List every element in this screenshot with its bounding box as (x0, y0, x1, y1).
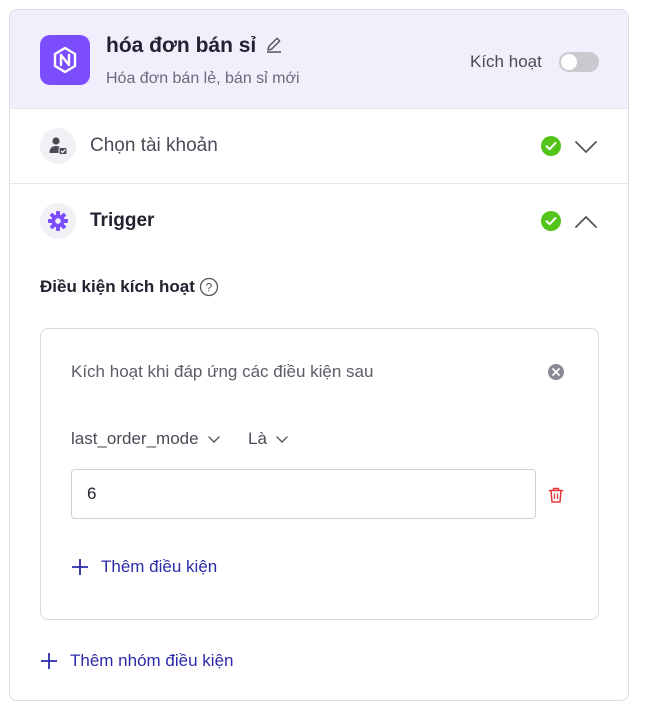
chevron-up-icon[interactable] (573, 209, 599, 235)
add-condition-label: Thêm điều kiện (101, 557, 218, 576)
field-select[interactable]: last_order_mode (71, 429, 221, 449)
card-header: hóa đơn bán sỉ Hóa đơn bán lẻ, bán sỉ mớ… (10, 10, 628, 109)
activate-toggle[interactable] (559, 52, 599, 72)
section-account-label: Chọn tài khoản (90, 135, 218, 156)
toggle-knob (561, 54, 577, 70)
automation-card: hóa đơn bán sỉ Hóa đơn bán lẻ, bán sỉ mớ… (9, 9, 629, 701)
close-circle-icon[interactable] (547, 363, 565, 381)
add-condition-group-label: Thêm nhóm điều kiện (70, 651, 234, 670)
chevron-down-icon (276, 436, 288, 443)
automation-subtitle: Hóa đơn bán lẻ, bán sỉ mới (106, 70, 300, 87)
operator-select-value: Là (248, 429, 267, 448)
add-condition-button[interactable]: Thêm điều kiện (71, 557, 217, 577)
help-icon[interactable]: ? (199, 277, 219, 297)
success-check-icon (541, 211, 561, 231)
plus-icon (72, 559, 88, 575)
operator-select[interactable]: Là (248, 429, 289, 449)
conditions-heading: Điều kiện kích hoạt (40, 277, 195, 296)
add-condition-group-button[interactable]: Thêm nhóm điều kiện (40, 651, 233, 671)
svg-text:?: ? (206, 281, 213, 295)
field-select-value: last_order_mode (71, 429, 199, 448)
success-check-icon (541, 136, 561, 156)
edit-pencil-icon[interactable] (265, 35, 283, 53)
condition-value-input[interactable] (71, 469, 536, 519)
chevron-down-icon[interactable] (573, 134, 599, 160)
user-check-icon (40, 128, 76, 164)
trash-icon[interactable] (547, 486, 565, 504)
plus-icon (41, 653, 57, 669)
gear-icon (40, 203, 76, 239)
section-trigger-label: Trigger (90, 210, 155, 231)
app-logo (40, 35, 90, 85)
chevron-down-icon (207, 436, 220, 443)
app-logo-icon (53, 46, 77, 74)
section-choose-account[interactable]: Chọn tài khoản (10, 109, 628, 184)
condition-group-title: Kích hoạt khi đáp ứng các điều kiện sau (71, 362, 374, 381)
automation-title: hóa đơn bán sỉ (106, 34, 257, 57)
condition-group: Kích hoạt khi đáp ứng các điều kiện sau … (40, 328, 599, 620)
section-trigger[interactable]: Trigger (10, 184, 628, 259)
activate-label: Kích hoạt (470, 52, 542, 71)
